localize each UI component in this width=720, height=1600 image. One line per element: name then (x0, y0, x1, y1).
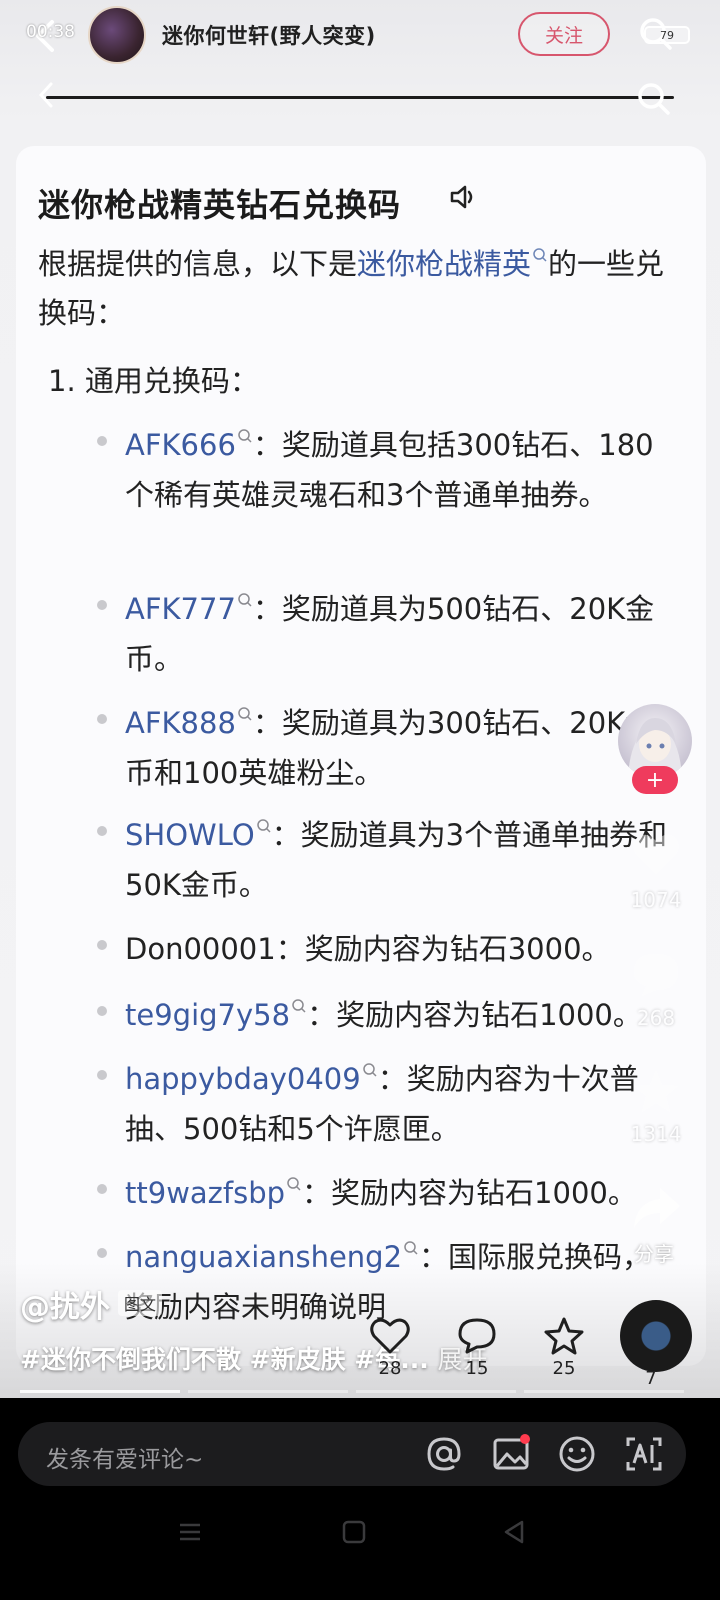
ai-icon[interactable] (624, 1434, 664, 1474)
redeem-code: Don00001 (125, 932, 276, 966)
list-heading: 1. 通用兑换码： (48, 364, 259, 398)
inner-search-icon (638, 83, 670, 115)
progress-segment (20, 1390, 180, 1393)
redeem-code[interactable]: SHOWLO (125, 818, 255, 852)
bullet-dot (97, 1070, 107, 1080)
favorite-side-count: 1314 (630, 1122, 682, 1146)
star-icon (544, 1317, 584, 1355)
share-icon[interactable] (628, 1180, 684, 1236)
post-handle[interactable]: @扰外 (20, 1282, 110, 1326)
battery-indicator: 79 (644, 26, 690, 44)
search-small-icon (287, 1177, 301, 1191)
bullet-dot (97, 1248, 107, 1258)
intro-paragraph: 根据提供的信息，以下是迷你枪战精英 的一些兑换码： (38, 240, 670, 338)
status-time: 00:38 (26, 22, 75, 42)
bullet-dot (97, 714, 107, 724)
redeem-code[interactable]: tt9wazfsbp (125, 1176, 285, 1210)
redeem-code[interactable]: te9gig7y58 (125, 998, 290, 1032)
speaker-icon[interactable] (448, 182, 480, 212)
like-side-icon[interactable] (628, 826, 684, 882)
code-reward-text: ：奖励内容为钻石1000。 (302, 1176, 637, 1210)
progress-segment (524, 1390, 684, 1393)
redeem-code[interactable]: AFK888 (125, 706, 236, 740)
like-action[interactable]: 28 (360, 1316, 420, 1379)
follow-plus-icon[interactable]: + (632, 766, 678, 794)
search-small-icon (256, 819, 271, 833)
bullet-dot (97, 1006, 107, 1016)
comment-count: 15 (465, 1358, 489, 1379)
bullet-dot (97, 600, 107, 610)
search-small-icon (292, 999, 306, 1013)
like-side-count: 1074 (630, 888, 682, 912)
favorite-count: 25 (552, 1358, 576, 1379)
post-type-badge: 图文 (118, 1290, 163, 1316)
menu-nav-icon[interactable] (176, 1518, 204, 1546)
like-count: 28 (378, 1358, 402, 1379)
inner-divider (46, 96, 674, 99)
heart-icon (370, 1318, 410, 1354)
bullet-dot (97, 1184, 107, 1194)
redeem-code[interactable]: AFK777 (125, 592, 236, 626)
emoji-icon[interactable] (557, 1434, 597, 1474)
author-avatar[interactable] (88, 6, 146, 64)
code-item-text: AFK666 ：奖励道具包括300钻石、180个稀有英雄灵魂石和3个普通单抽券。 (125, 420, 670, 520)
search-small-icon (238, 593, 252, 607)
code-item-text: AFK777 ：奖励道具为500钻石、20K金币。 (125, 584, 670, 684)
comment-action[interactable]: 15 (447, 1316, 507, 1379)
follow-button[interactable]: 关注 (518, 12, 610, 56)
code-reward-text: ：奖励内容为钻石1000。 (307, 998, 642, 1032)
bullet-dot (97, 826, 107, 836)
search-small-icon (362, 1063, 377, 1077)
music-count: 7 (645, 1368, 657, 1389)
comment-placeholder[interactable]: 发条有爱评论~ (46, 1440, 203, 1474)
redeem-code[interactable]: AFK666 (125, 428, 236, 462)
comment-icon (458, 1318, 496, 1354)
new-indicator-dot (520, 1434, 530, 1444)
comment-side-count: 268 (636, 1006, 676, 1030)
card-title: 迷你枪战精英钻石兑换码 (38, 186, 402, 224)
post-page: 00:38 迷你何世轩(野人突变) 关注 79 迷你枪战精英钻石兑换码 根据提供… (0, 0, 720, 1600)
author-name[interactable]: 迷你何世轩(野人突变) (162, 20, 376, 50)
search-small-icon (404, 1241, 418, 1255)
code-item-text: tt9wazfsbp ：奖励内容为钻石1000。 (125, 1168, 670, 1218)
search-small-icon (238, 707, 252, 721)
code-item-text: SHOWLO ：奖励道具为3个普通单抽券和50K金币。 (125, 810, 670, 910)
progress-segment (356, 1390, 516, 1393)
progress-segment (188, 1390, 348, 1393)
bullet-dot (97, 940, 107, 950)
home-nav-icon[interactable] (340, 1518, 368, 1546)
code-item-text: happybday0409 ：奖励内容为十次普抽、500钻和5个许愿匣。 (125, 1054, 670, 1154)
back-nav-icon[interactable] (500, 1518, 528, 1546)
code-item-text: AFK888 ：奖励道具为300钻石、20K金币和100英雄粉尘。 (125, 698, 670, 798)
comment-side-icon[interactable] (628, 946, 684, 1002)
music-disc-icon[interactable] (620, 1300, 692, 1372)
redeem-code[interactable]: happybday0409 (125, 1062, 361, 1096)
code-item-text: Don00001：奖励内容为钻石3000。 (125, 924, 670, 974)
intro-text-before: 根据提供的信息，以下是 (38, 247, 358, 281)
bullet-dot (97, 436, 107, 446)
search-small-icon (533, 248, 547, 262)
mention-icon[interactable] (424, 1434, 464, 1474)
inner-back-icon (38, 82, 53, 108)
search-small-icon (238, 429, 252, 443)
favorite-side-icon[interactable] (628, 1064, 684, 1120)
code-item-text: te9gig7y58 ：奖励内容为钻石1000。 (125, 990, 670, 1040)
favorite-action[interactable]: 25 (534, 1316, 594, 1379)
code-reward-text: ：奖励内容为钻石3000。 (275, 932, 611, 966)
intro-link-term[interactable]: 迷你枪战精英 (357, 247, 531, 281)
